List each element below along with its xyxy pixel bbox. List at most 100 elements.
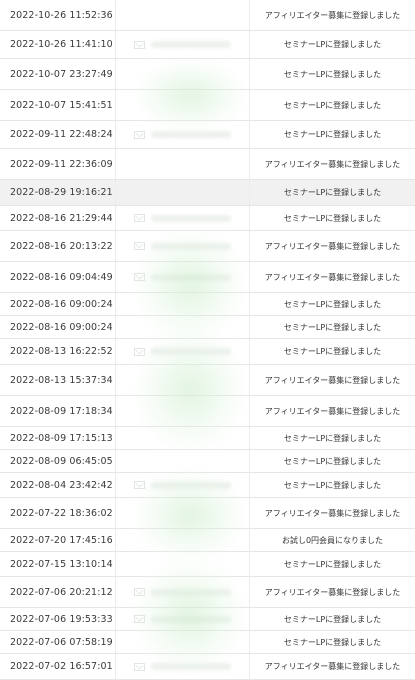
- contact-cell-redacted: [115, 427, 250, 449]
- registered-datetime: 2022-09-11 22:36:09: [10, 158, 113, 170]
- contact-cell-redacted: [115, 231, 250, 261]
- registered-datetime: 2022-08-13 15:37:34: [10, 374, 113, 386]
- registered-datetime: 2022-08-16 09:04:49: [10, 271, 113, 283]
- redacted-email: [151, 214, 231, 222]
- registered-datetime: 2022-08-16 09:00:24: [10, 321, 113, 333]
- contact-cell-redacted: [115, 529, 250, 551]
- registration-action: セミナーLPに登録しました: [283, 559, 382, 569]
- registered-datetime: 2022-07-06 19:53:33: [10, 613, 113, 625]
- table-row[interactable]: 2022-08-16 20:13:22 アフィリエイター募集に登録しました: [0, 231, 415, 262]
- registration-action: アフィリエイター募集に登録しました: [264, 241, 401, 251]
- table-row[interactable]: 2022-10-07 15:41:51 セミナーLPに登録しました: [0, 90, 415, 121]
- registered-datetime: 2022-08-29 19:16:21: [10, 187, 113, 198]
- registration-action: アフィリエイター募集に登録しました: [264, 272, 401, 282]
- registered-datetime: 2022-07-20 17:45:16: [10, 534, 113, 546]
- contact-cell-redacted: [115, 180, 250, 205]
- contact-cell-redacted: [115, 316, 250, 338]
- mail-icon: [134, 40, 145, 49]
- redacted-email: [151, 481, 231, 489]
- table-row[interactable]: 2022-08-09 17:18:34 アフィリエイター募集に登録しました: [0, 396, 415, 427]
- table-row[interactable]: 2022-07-06 07:58:19 セミナーLPに登録しました: [0, 631, 415, 654]
- table-row[interactable]: 2022-07-15 13:10:14 セミナーLPに登録しました: [0, 552, 415, 577]
- table-row[interactable]: 2022-08-29 19:16:21 セミナーLPに登録しました: [0, 180, 415, 206]
- registration-action: アフィリエイター募集に登録しました: [264, 406, 401, 416]
- registration-action: アフィリエイター募集に登録しました: [264, 587, 401, 597]
- redacted-email: [151, 131, 231, 138]
- registered-datetime: 2022-08-09 17:15:13: [10, 432, 113, 444]
- registration-action: お試し0円会員になりました: [281, 535, 384, 545]
- mail-icon: [134, 273, 145, 281]
- table-row[interactable]: 2022-07-20 17:45:16 お試し0円会員になりました: [0, 529, 415, 552]
- registered-datetime: 2022-08-16 21:29:44: [10, 212, 113, 224]
- table-row[interactable]: 2022-10-26 11:41:10 セミナーLPに登録しました: [0, 31, 415, 59]
- registration-action: アフィリエイター募集に登録しました: [264, 508, 401, 518]
- registration-action: セミナーLPに登録しました: [283, 40, 382, 49]
- registration-action: アフィリエイター募集に登録しました: [264, 159, 401, 169]
- mail-icon: [134, 214, 145, 222]
- contact-cell-redacted: [115, 552, 250, 576]
- mail-icon: [134, 588, 145, 596]
- contact-cell-redacted: [115, 654, 250, 679]
- registered-datetime: 2022-07-06 20:21:12: [10, 586, 113, 598]
- table-row[interactable]: 2022-07-02 16:57:01 アフィリエイター募集に登録しました: [0, 654, 415, 680]
- registered-datetime: 2022-10-26 11:52:36: [10, 9, 113, 21]
- redacted-email: [151, 588, 231, 596]
- contact-cell-redacted: [115, 365, 250, 395]
- redacted-email: [151, 615, 231, 623]
- registered-datetime: 2022-10-26 11:41:10: [10, 39, 113, 50]
- contact-cell-redacted: [115, 262, 250, 292]
- registered-datetime: 2022-10-07 23:27:49: [10, 68, 113, 80]
- mail-icon: [134, 481, 145, 489]
- table-row[interactable]: 2022-08-09 06:45:05 セミナーLPに登録しました: [0, 450, 415, 473]
- registered-datetime: 2022-08-16 09:00:24: [10, 298, 113, 310]
- contact-cell-redacted: [115, 450, 250, 472]
- redacted-email: [151, 242, 231, 250]
- table-row[interactable]: 2022-07-06 19:53:33 セミナーLPに登録しました: [0, 608, 415, 631]
- contact-cell-redacted: [115, 59, 250, 89]
- table-row[interactable]: 2022-08-13 16:22:52 セミナーLPに登録しました: [0, 339, 415, 365]
- table-row[interactable]: 2022-07-06 20:21:12 アフィリエイター募集に登録しました: [0, 577, 415, 608]
- contact-cell-redacted: [115, 577, 250, 607]
- table-row[interactable]: 2022-08-16 21:29:44 セミナーLPに登録しました: [0, 206, 415, 231]
- table-row[interactable]: 2022-08-13 15:37:34 アフィリエイター募集に登録しました: [0, 365, 415, 396]
- contact-cell-redacted: [115, 608, 250, 630]
- contact-cell-redacted: [115, 339, 250, 364]
- contact-cell-redacted: [115, 90, 250, 120]
- table-row[interactable]: 2022-09-11 22:48:24 セミナーLPに登録しました: [0, 121, 415, 149]
- registration-action: セミナーLPに登録しました: [283, 69, 382, 79]
- redacted-email: [151, 273, 231, 281]
- redacted-email: [151, 348, 231, 355]
- registered-datetime: 2022-10-07 15:41:51: [10, 99, 113, 111]
- contact-cell-redacted: [115, 631, 250, 653]
- contact-cell-redacted: [115, 31, 250, 58]
- registration-action: セミナーLPに登録しました: [283, 100, 382, 110]
- registered-datetime: 2022-07-02 16:57:01: [10, 661, 113, 672]
- registration-action: セミナーLPに登録しました: [283, 322, 382, 332]
- table-row[interactable]: 2022-10-26 11:52:36 アフィリエイター募集に登録しました: [0, 0, 415, 31]
- registration-action: セミナーLPに登録しました: [283, 130, 382, 139]
- registered-datetime: 2022-08-13 16:22:52: [10, 346, 113, 357]
- registration-action: セミナーLPに登録しました: [283, 433, 382, 443]
- table-row[interactable]: 2022-08-09 17:15:13 セミナーLPに登録しました: [0, 427, 415, 450]
- table-row[interactable]: 2022-07-22 18:36:02 アフィリエイター募集に登録しました: [0, 498, 415, 529]
- registered-datetime: 2022-08-16 20:13:22: [10, 240, 113, 252]
- registration-action: セミナーLPに登録しました: [283, 213, 382, 223]
- mail-icon: [134, 242, 145, 250]
- table-row[interactable]: 2022-08-16 09:00:24 セミナーLPに登録しました: [0, 316, 415, 339]
- table-row[interactable]: 2022-08-04 23:42:42 セミナーLPに登録しました: [0, 473, 415, 498]
- table-row[interactable]: 2022-10-07 23:27:49 セミナーLPに登録しました: [0, 59, 415, 90]
- mail-icon: [134, 130, 145, 139]
- registered-datetime: 2022-07-22 18:36:02: [10, 507, 113, 519]
- registered-datetime: 2022-08-09 06:45:05: [10, 455, 113, 467]
- table-row[interactable]: 2022-09-11 22:36:09 アフィリエイター募集に登録しました: [0, 149, 415, 180]
- table-row[interactable]: 2022-08-16 09:00:24 セミナーLPに登録しました: [0, 293, 415, 316]
- table-row[interactable]: 2022-08-16 09:04:49 アフィリエイター募集に登録しました: [0, 262, 415, 293]
- registered-datetime: 2022-08-04 23:42:42: [10, 479, 113, 491]
- redacted-email: [151, 663, 231, 670]
- registration-action: アフィリエイター募集に登録しました: [264, 10, 401, 20]
- contact-cell-redacted: [115, 0, 250, 30]
- registration-action: アフィリエイター募集に登録しました: [264, 662, 401, 671]
- contact-cell-redacted: [115, 396, 250, 426]
- registration-action: セミナーLPに登録しました: [283, 456, 382, 466]
- mail-icon: [134, 347, 145, 356]
